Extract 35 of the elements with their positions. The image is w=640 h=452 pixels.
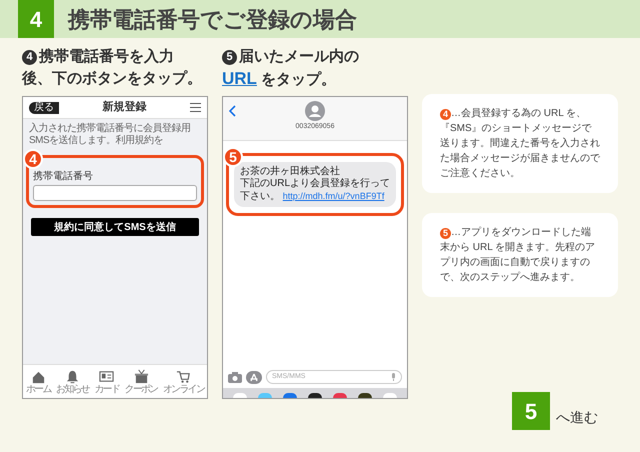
note-text: 5 …アプリをダウンロードした端末から URL を開きます。先程のアプリ内の画面に自動で戻りますので、次のステップへ進みます。 [440,226,596,285]
back-chevron-icon[interactable] [229,105,236,117]
step-number-badge: 4 [18,0,54,38]
camera-icon[interactable] [228,372,242,382]
callout-number-badge: 4 [23,149,43,169]
note-text: 4 …会員登録する為の URL を、『SMS』のショートメッセージで送ります。間違えた番号を入力された場合メッセージが届きませんのでご注意ください。 [440,107,600,181]
id-card-icon [99,369,114,384]
callout-number-badge: 5 [223,147,243,167]
tab-bar-item[interactable]: クーポン [124,369,158,396]
message-link[interactable]: http://mdh.fm/u/?vnBF9Tf [282,191,384,201]
menu-icon[interactable] [190,103,201,112]
message-text: お茶の井ヶ田株式会社 下記のURLより会員登録を行って下さい。 http://mdh.fm/u/?vnBF9Tf [240,166,390,203]
section-title: 携帯電話番号でご登録の場合 [68,6,357,34]
step-caption: 5 届いたメール内の URL をタップ。 [222,47,360,90]
field-label: 携帯電話番号 [33,170,94,183]
url-link[interactable]: URL [222,69,257,88]
step-caption: 4 携帯電話番号を入力 後、下のボタンをタップ。 [22,47,203,89]
tab-bar-item[interactable]: オンライン [162,369,204,396]
microphone-icon[interactable] [391,373,396,381]
screen-title: 新規登録 [102,100,148,116]
tab-bar-item[interactable]: ホーム [26,369,51,396]
submit-button[interactable]: 規約に同意してSMSを送信 [31,218,199,236]
tab-bar-item[interactable]: お知らせ [56,369,89,396]
app-store-icon[interactable] [246,370,262,384]
bell-icon [65,369,80,384]
gift-icon [134,369,149,384]
tab-bar-item[interactable]: カード [94,369,120,396]
home-icon [30,369,46,384]
phone-number-field[interactable] [33,185,197,201]
back-button[interactable]: 戻る [29,102,59,114]
next-step-badge[interactable]: 5 [512,392,550,430]
avatar-icon [305,101,325,121]
next-step-label[interactable]: へ進む [556,407,598,430]
intro-text: 入力された携帯電話番号に会員登録用SMSを送信します。利用規約を [28,122,192,147]
cart-icon [176,369,191,384]
